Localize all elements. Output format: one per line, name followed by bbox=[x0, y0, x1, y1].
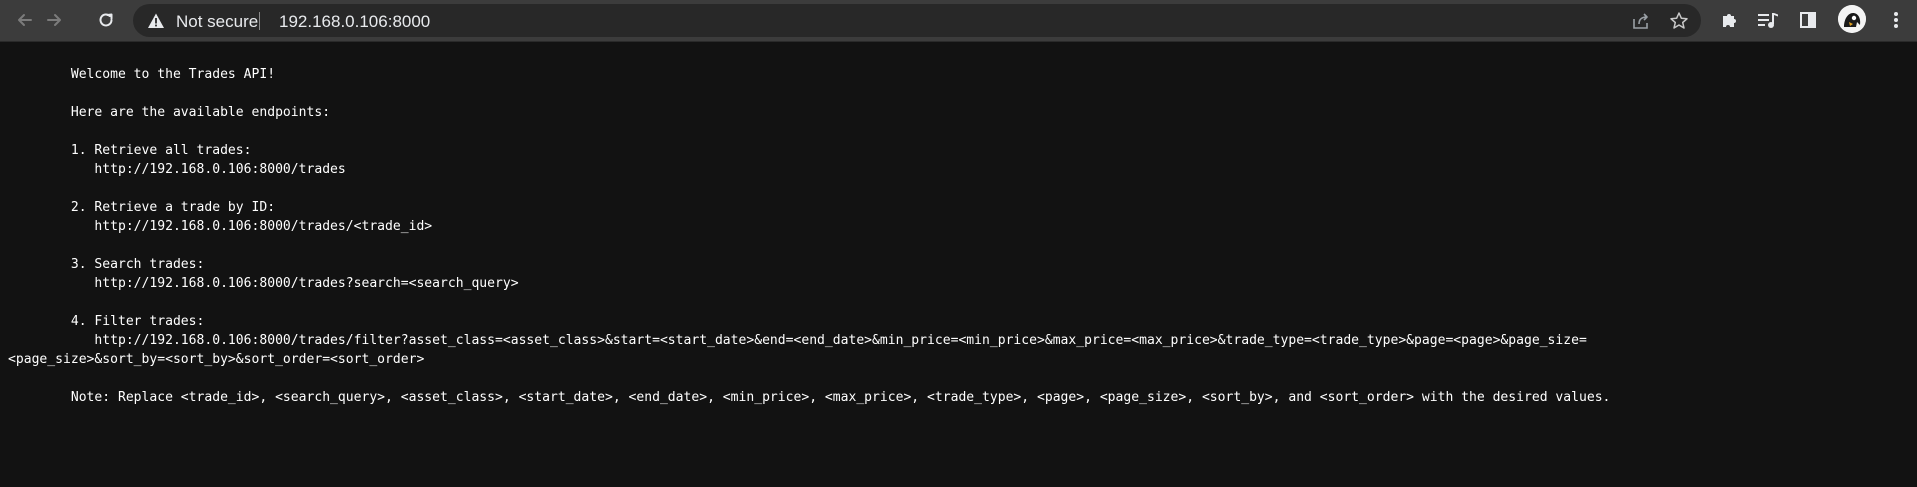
forward-arrow-icon bbox=[47, 14, 61, 26]
media-playlist-icon bbox=[1758, 13, 1778, 28]
puzzle-icon bbox=[1723, 14, 1736, 27]
welcome-heading: Welcome to the Trades API! bbox=[8, 67, 276, 82]
endpoint-2-title: 2. Retrieve a trade by ID: bbox=[8, 200, 276, 215]
endpoint-3-url: http://192.168.0.106:8000/trades?search=… bbox=[8, 276, 519, 291]
reload-button[interactable] bbox=[92, 6, 120, 34]
replacement-note: Note: Replace <trade_id>, <search_query>… bbox=[8, 390, 1611, 405]
reload-icon bbox=[99, 13, 113, 27]
media-controls-button[interactable] bbox=[1756, 8, 1780, 32]
security-status-label[interactable]: Not secure bbox=[176, 12, 258, 32]
endpoint-4-url: http://192.168.0.106:8000/trades/filter?… bbox=[8, 333, 1587, 348]
share-icon[interactable] bbox=[1631, 11, 1651, 31]
back-arrow-icon bbox=[18, 14, 32, 26]
endpoint-3-title: 3. Search trades: bbox=[8, 257, 205, 272]
side-panel-button[interactable] bbox=[1796, 8, 1820, 32]
endpoint-4-url-continued: <page_size>&sort_by=<sort_by>&sort_order… bbox=[8, 352, 425, 367]
url-text[interactable]: 192.168.0.106:8000 bbox=[279, 12, 430, 32]
extensions-button[interactable] bbox=[1718, 8, 1742, 32]
endpoint-2-url: http://192.168.0.106:8000/trades/<trade_… bbox=[8, 219, 433, 234]
warning-icon[interactable] bbox=[147, 12, 165, 30]
address-bar-divider bbox=[259, 12, 260, 30]
endpoints-intro: Here are the available endpoints: bbox=[8, 105, 331, 120]
back-button[interactable] bbox=[11, 6, 39, 34]
side-panel-icon bbox=[1800, 12, 1816, 28]
endpoint-1-title: 1. Retrieve all trades: bbox=[8, 143, 252, 158]
api-welcome-text: Welcome to the Trades API! Here are the … bbox=[8, 46, 1610, 407]
endpoint-1-url: http://192.168.0.106:8000/trades bbox=[8, 162, 346, 177]
star-icon[interactable] bbox=[1669, 11, 1689, 31]
forward-button[interactable] bbox=[40, 6, 68, 34]
browser-toolbar: Not secure 192.168.0.106:8000 bbox=[0, 0, 1917, 42]
kebab-menu-icon bbox=[1894, 12, 1898, 28]
profile-avatar[interactable] bbox=[1838, 5, 1866, 33]
endpoint-4-title: 4. Filter trades: bbox=[8, 314, 205, 329]
profile-avatar-icon bbox=[1838, 5, 1866, 33]
address-bar[interactable]: Not secure 192.168.0.106:8000 bbox=[133, 4, 1701, 37]
browser-menu-button[interactable] bbox=[1884, 8, 1908, 32]
page-content: Welcome to the Trades API! Here are the … bbox=[0, 42, 1917, 487]
